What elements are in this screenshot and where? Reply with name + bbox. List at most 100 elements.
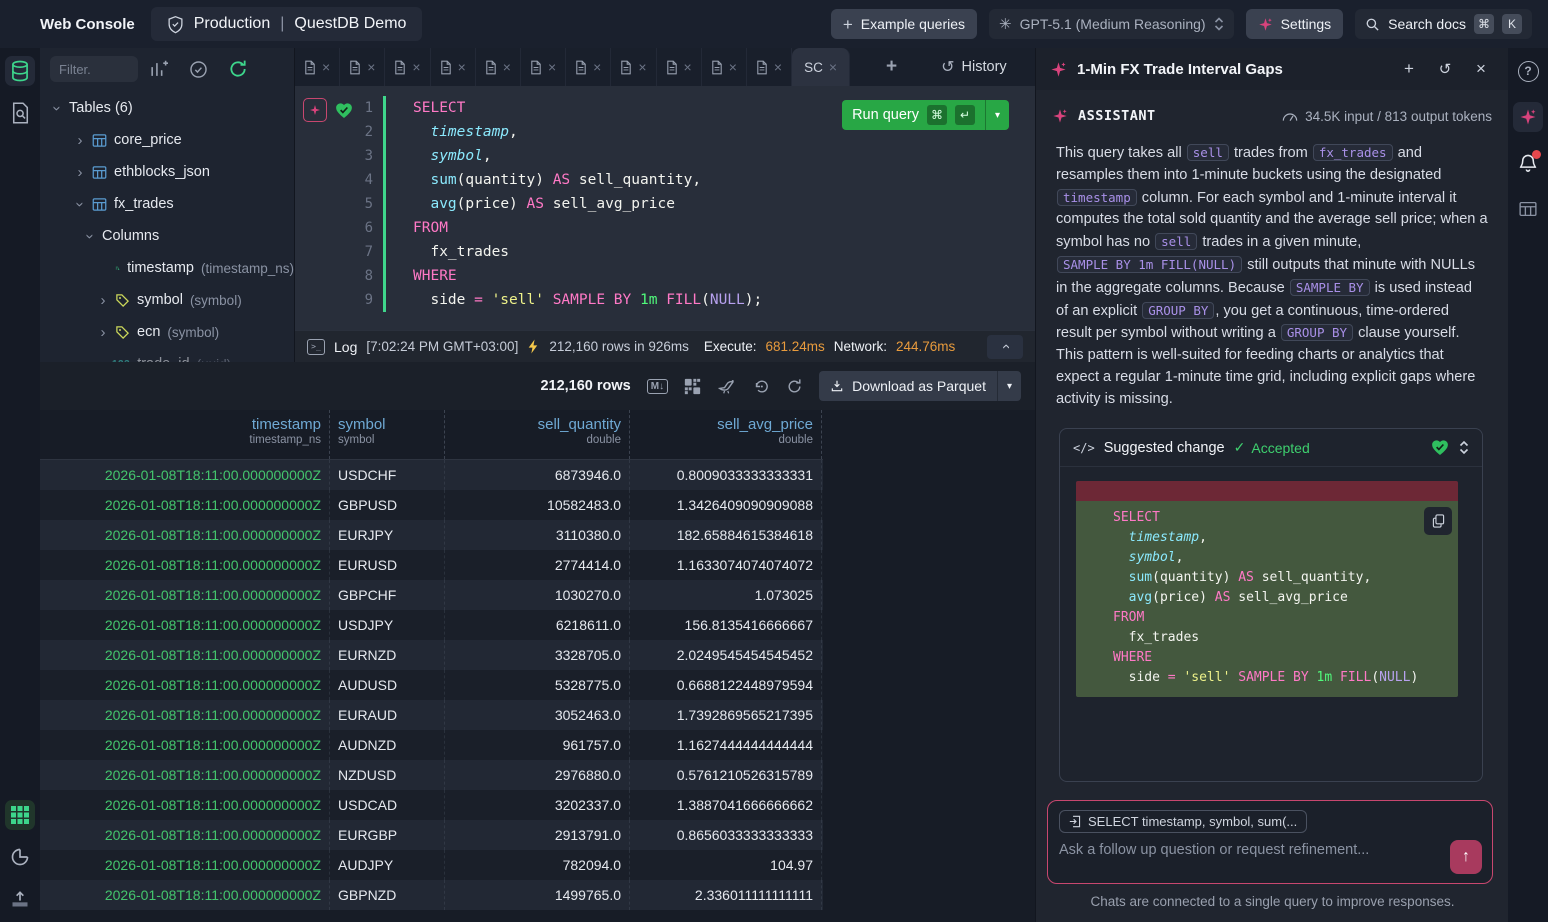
table-row[interactable]: 2026-01-08T18:11:00.000000000ZEURGBP2913… (40, 820, 823, 850)
editor-tab[interactable]: × (657, 48, 702, 86)
table-item-core-price[interactable]: › core_price (40, 124, 294, 156)
followup-input[interactable] (1059, 842, 1429, 858)
table-row[interactable]: 2026-01-08T18:11:00.000000000ZEURJPY3110… (40, 520, 823, 550)
editor-tab[interactable]: × (611, 48, 656, 86)
columns-group[interactable]: › Columns (40, 220, 294, 252)
tables-group[interactable]: › Tables (6) (40, 92, 294, 124)
code-area[interactable]: 1SELECT2 timestamp,3 symbol,4 sum(quanti… (295, 86, 1035, 330)
editor-tab[interactable]: × (476, 48, 521, 86)
query-log-tab-button[interactable] (5, 98, 35, 128)
example-queries-button[interactable]: + Example queries (831, 9, 977, 39)
table-item-ethblocks-json[interactable]: › ethblocks_json (40, 156, 294, 188)
search-docs[interactable]: Search docs ⌘ K (1355, 9, 1532, 39)
column-header[interactable]: sell_avg_pricedouble (630, 410, 822, 459)
editor-tab[interactable]: × (702, 48, 747, 86)
grid-view-button[interactable] (5, 800, 35, 830)
cell: 1.073025 (630, 580, 822, 610)
close-icon[interactable]: × (367, 59, 375, 75)
cell: 2026-01-08T18:11:00.000000000Z (40, 640, 330, 670)
refresh-results-icon[interactable] (786, 378, 803, 395)
table-row[interactable]: 2026-01-08T18:11:00.000000000ZEURAUD3052… (40, 700, 823, 730)
send-button[interactable]: ↑ (1450, 840, 1482, 874)
column-header[interactable]: symbolsymbol (330, 410, 445, 459)
history-button[interactable]: ↺ History (941, 57, 1007, 77)
editor-tab[interactable]: × (747, 48, 792, 86)
column-item-ecn[interactable]: › ecn (symbol) (40, 316, 294, 348)
table-row[interactable]: 2026-01-08T18:11:00.000000000ZUSDJPY6218… (40, 610, 823, 640)
table-row[interactable]: 2026-01-08T18:11:00.000000000ZEURNZD3328… (40, 640, 823, 670)
refresh-icon[interactable] (218, 59, 258, 79)
editor-tab[interactable]: × (295, 48, 340, 86)
model-selector[interactable]: ✳ GPT-5.1 (Medium Reasoning) (989, 9, 1234, 39)
chat-history-button[interactable]: ↺ (1432, 60, 1458, 78)
table-row[interactable]: 2026-01-08T18:11:00.000000000ZUSDCAD3202… (40, 790, 823, 820)
table-row[interactable]: 2026-01-08T18:11:00.000000000ZEURUSD2774… (40, 550, 823, 580)
collapse-log-button[interactable]: › (987, 335, 1023, 359)
notifications-button[interactable] (1513, 148, 1543, 178)
editor-tab[interactable]: × (340, 48, 385, 86)
accepted-check-icon[interactable] (335, 102, 353, 119)
close-icon[interactable]: × (829, 59, 837, 75)
run-query-button[interactable]: Run query ⌘ ↵ ▾ (842, 100, 1009, 130)
close-icon[interactable]: × (593, 59, 601, 75)
bird-icon[interactable] (717, 377, 737, 395)
column-header[interactable]: sell_quantitydouble (445, 410, 630, 459)
cell: EURJPY (330, 520, 445, 550)
close-icon[interactable]: × (684, 59, 692, 75)
instance-badge[interactable]: Production | QuestDB Demo (151, 7, 423, 41)
close-icon[interactable]: × (458, 59, 466, 75)
column-item-timestamp[interactable]: timestamp (timestamp_ns) (40, 252, 294, 284)
close-icon[interactable]: × (412, 59, 420, 75)
query-context-chip[interactable]: SELECT timestamp, symbol, sum(... (1059, 810, 1307, 833)
column-header[interactable]: timestamptimestamp_ns (40, 410, 330, 459)
grid-layout-icon[interactable] (684, 378, 701, 395)
filter-input[interactable] (50, 56, 138, 82)
table-row[interactable]: 2026-01-08T18:11:00.000000000ZAUDUSD5328… (40, 670, 823, 700)
followup-box[interactable]: SELECT timestamp, symbol, sum(... ↑ (1047, 800, 1493, 884)
copy-icon[interactable] (1424, 507, 1452, 535)
rerun-icon[interactable] (753, 378, 770, 395)
column-item-symbol[interactable]: › symbol (symbol) (40, 284, 294, 316)
add-chart-icon[interactable] (138, 60, 178, 79)
close-icon[interactable]: × (774, 59, 782, 75)
expand-diff-button[interactable] (1459, 440, 1469, 455)
table-row[interactable]: 2026-01-08T18:11:00.000000000ZGBPNZD1499… (40, 880, 823, 910)
close-panel-button[interactable]: × (1468, 59, 1494, 79)
table-item-fx-trades[interactable]: › fx_trades (40, 188, 294, 220)
settings-button[interactable]: Settings (1246, 9, 1344, 39)
close-icon[interactable]: × (322, 59, 330, 75)
tables-list-button[interactable] (1513, 194, 1543, 224)
editor-tabbar: ×××××××××××SC× + ↺ History (295, 48, 1035, 86)
cell: USDCAD (330, 790, 445, 820)
close-icon[interactable]: × (503, 59, 511, 75)
markdown-export-icon[interactable]: M↓ (647, 379, 668, 394)
editor-tab[interactable]: × (521, 48, 566, 86)
download-options-caret[interactable]: ▾ (997, 371, 1021, 401)
editor-tab[interactable]: × (385, 48, 430, 86)
schema-tab-button[interactable] (5, 56, 35, 86)
run-options-caret[interactable]: ▾ (985, 100, 1009, 130)
grid-header[interactable]: timestamptimestamp_nssymbolsymbolsell_qu… (40, 410, 823, 460)
check-circle-icon[interactable] (178, 60, 218, 79)
editor-tab-active[interactable]: SC× (792, 48, 850, 86)
table-row[interactable]: 2026-01-08T18:11:00.000000000ZAUDJPY7820… (40, 850, 823, 880)
ai-suggest-icon[interactable] (303, 98, 327, 122)
table-row[interactable]: 2026-01-08T18:11:00.000000000ZAUDNZD9617… (40, 730, 823, 760)
close-icon[interactable]: × (638, 59, 646, 75)
chart-view-button[interactable] (5, 842, 35, 872)
download-parquet-button[interactable]: Download as Parquet ▾ (819, 371, 1021, 401)
close-icon[interactable]: × (729, 59, 737, 75)
new-tab-button[interactable]: + (886, 56, 897, 78)
help-button[interactable]: ? (1513, 56, 1543, 86)
editor-tab[interactable]: × (431, 48, 476, 86)
close-icon[interactable]: × (548, 59, 556, 75)
new-chat-button[interactable]: + (1396, 59, 1422, 79)
table-row[interactable]: 2026-01-08T18:11:00.000000000ZGBPUSD1058… (40, 490, 823, 520)
editor-tab[interactable]: × (566, 48, 611, 86)
table-row[interactable]: 2026-01-08T18:11:00.000000000ZGBPCHF1030… (40, 580, 823, 610)
cell: 2.0249545454545452 (630, 640, 822, 670)
assistant-tab-button[interactable] (1513, 102, 1543, 132)
table-row[interactable]: 2026-01-08T18:11:00.000000000ZUSDCHF6873… (40, 460, 823, 490)
table-row[interactable]: 2026-01-08T18:11:00.000000000ZNZDUSD2976… (40, 760, 823, 790)
import-button[interactable] (5, 884, 35, 914)
